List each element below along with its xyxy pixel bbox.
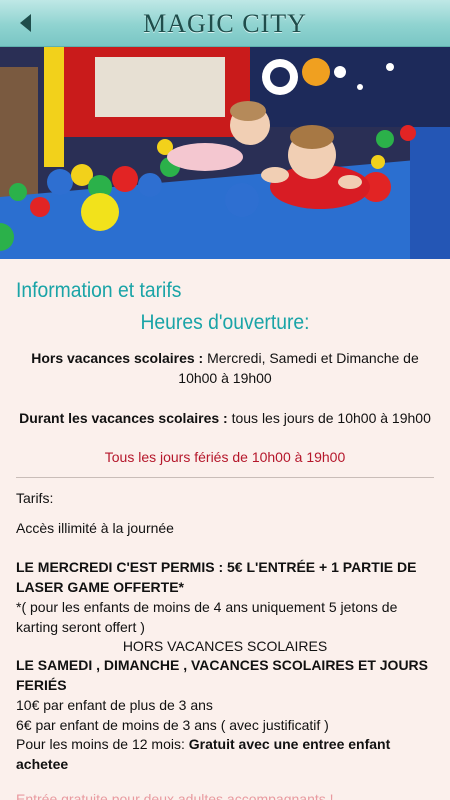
hors-label: Hors vacances scolaires :: [31, 350, 204, 366]
samedi-line2: FERIÉS: [16, 677, 67, 693]
divider: [16, 477, 434, 478]
samedi-heading: LE SAMEDI , DIMANCHE , VACANCES SCOLAIRE…: [16, 655, 434, 695]
offer-note: *( pour les enfants de moins de 4 ans un…: [16, 597, 434, 637]
moins12-bold2: achetee: [16, 756, 69, 772]
moins12-label: Pour les moins de 12 mois:: [16, 736, 189, 752]
hors-value: Mercredi, Samedi et Dimanche de: [203, 350, 419, 366]
acces-text: Accès illimité à la journée: [16, 520, 174, 536]
durant-vacances-hours: Durant les vacances scolaires : tous les…: [16, 408, 434, 428]
moins12-bold: Gratuit avec une entree enfant: [188, 736, 391, 752]
hors-vacances-hours: Hors vacances scolaires : Mercredi, Same…: [16, 348, 434, 388]
samedi-line1: LE SAMEDI , DIMANCHE , VACANCES SCOLAIRE…: [16, 657, 429, 673]
price-1: 10€ par enfant de plus de 3 ans: [16, 697, 213, 713]
tarifs-label: Tarifs:: [16, 490, 54, 506]
hors-vacances-caps: HORS VACANCES SCOLAIRES: [122, 638, 328, 654]
feries-hours: Tous les jours fériés de 10h00 à 19h00: [104, 449, 346, 465]
cutoff-text: Entrée gratuite pour deux adultes accomp…: [16, 791, 334, 800]
hours-title: Heures d'ouverture:: [140, 311, 310, 334]
moins-12-mois: Pour les moins de 12 mois: Gratuit avec …: [16, 734, 434, 774]
info-content: Information et tarifs Heures d'ouverture…: [0, 259, 450, 800]
hero-image: [0, 47, 450, 259]
durant-value: tous les jours de 10h00 à 19h00: [227, 410, 431, 426]
mercredi-offer: LE MERCREDI C'EST PERMIS : 5€ L'ENTRÉE +…: [16, 557, 434, 597]
hors-value2: 10h00 à 19h00: [178, 370, 272, 386]
mercredi-line2: LASER GAME OFFERTE*: [16, 579, 185, 595]
price-2: 6€ par enfant de moins de 3 ans ( avec j…: [16, 717, 329, 733]
app-title: MAGIC CITY: [143, 9, 307, 38]
app-header: MAGIC CITY: [0, 0, 450, 47]
mercredi-line1: LE MERCREDI C'EST PERMIS : 5€ L'ENTRÉE +…: [16, 559, 417, 575]
note-line2: karting seront offert ): [16, 619, 145, 635]
note-line1: *( pour les enfants de moins de 4 ans un…: [16, 599, 398, 615]
section-title: Information et tarifs: [16, 279, 182, 302]
durant-label: Durant les vacances scolaires :: [19, 410, 228, 426]
